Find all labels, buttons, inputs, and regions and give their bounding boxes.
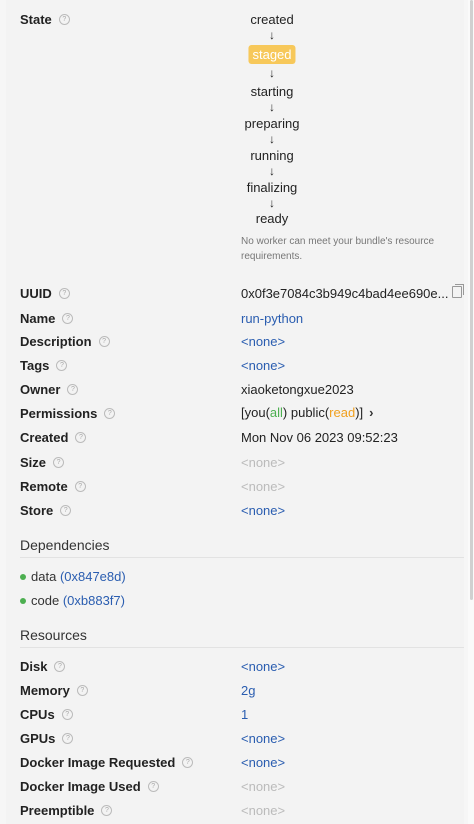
state-arrow: ↓ xyxy=(269,100,275,114)
state-step-running: running xyxy=(250,148,294,163)
created-value: Mon Nov 06 2023 09:52:23 xyxy=(241,430,398,445)
section-divider xyxy=(20,647,464,648)
size-value: <none> xyxy=(241,455,286,470)
help-icon[interactable]: ? xyxy=(53,457,65,468)
state-arrow: ↓ xyxy=(269,28,275,42)
tags-label: Tags? xyxy=(20,358,68,373)
help-icon[interactable]: ? xyxy=(104,408,116,419)
public-permission: read xyxy=(329,405,356,420)
dependency-item[interactable]: code (0xb883f7) xyxy=(20,593,125,608)
owner-label: Owner? xyxy=(20,382,79,397)
memory-label: Memory? xyxy=(20,683,88,698)
help-icon[interactable]: ? xyxy=(62,313,74,324)
status-dot xyxy=(20,573,26,580)
store-value[interactable]: <none> xyxy=(241,503,285,518)
description-value[interactable]: <none> xyxy=(241,334,285,349)
state-step-starting: starting xyxy=(250,84,294,99)
help-icon[interactable]: ? xyxy=(147,781,159,792)
help-icon[interactable]: ? xyxy=(67,384,79,395)
help-icon[interactable]: ? xyxy=(54,661,66,672)
cpus-value[interactable]: 1 xyxy=(241,707,248,722)
tags-value[interactable]: <none> xyxy=(241,358,285,373)
preemptible-label: Preemptible? xyxy=(20,803,113,818)
resources-title: Resources xyxy=(20,627,87,643)
section-divider xyxy=(20,557,464,558)
disk-label: Disk? xyxy=(20,659,66,674)
help-icon[interactable]: ? xyxy=(58,288,70,299)
state-step-ready: ready xyxy=(255,211,289,226)
size-label: Size? xyxy=(20,455,65,470)
state-label: State ? xyxy=(20,12,70,27)
help-icon[interactable]: ? xyxy=(74,481,86,492)
uuid-label: UUID? xyxy=(20,286,70,301)
chevron-right-icon[interactable]: › xyxy=(369,405,373,420)
remote-value: <none> xyxy=(241,479,286,494)
owner-value: xiaoketongxue2023 xyxy=(241,382,354,397)
store-label: Store? xyxy=(20,503,72,518)
state-arrow: ↓ xyxy=(269,164,275,178)
you-permission: all xyxy=(269,405,283,420)
docker-image-used-value: <none> xyxy=(241,779,286,794)
docker-image-requested-value[interactable]: <none> xyxy=(241,755,285,770)
permissions-label: Permissions? xyxy=(20,406,116,421)
help-icon[interactable]: ? xyxy=(58,14,70,25)
help-icon[interactable]: ? xyxy=(56,360,68,371)
preemptible-value: <none> xyxy=(241,803,286,818)
state-step-staged: staged xyxy=(248,45,296,64)
disk-value[interactable]: <none> xyxy=(241,659,285,674)
state-arrow: ↓ xyxy=(269,132,275,146)
description-label: Description? xyxy=(20,334,110,349)
docker-image-used-label: Docker Image Used? xyxy=(20,779,159,794)
state-arrow: ↓ xyxy=(269,66,275,80)
docker-image-requested-label: Docker Image Requested? xyxy=(20,755,194,770)
gpus-value[interactable]: <none> xyxy=(241,731,285,746)
dependency-item[interactable]: data (0x847e8d) xyxy=(20,569,126,584)
name-label: Name? xyxy=(20,311,74,326)
help-icon[interactable]: ? xyxy=(60,505,72,516)
gpus-label: GPUs? xyxy=(20,731,74,746)
cpus-label: CPUs? xyxy=(20,707,73,722)
help-icon[interactable]: ? xyxy=(182,757,194,768)
permissions-value[interactable]: [you(all) public(read)] › xyxy=(241,405,374,420)
help-icon[interactable]: ? xyxy=(62,733,74,744)
help-icon[interactable]: ? xyxy=(76,685,88,696)
help-icon[interactable]: ? xyxy=(61,709,73,720)
help-icon[interactable]: ? xyxy=(75,432,87,443)
state-step-finalizing: finalizing xyxy=(246,180,298,195)
name-value[interactable]: run-python xyxy=(241,311,303,326)
scrollbar-thumb[interactable] xyxy=(470,0,473,600)
help-icon[interactable]: ? xyxy=(101,805,113,816)
status-dot xyxy=(20,597,26,604)
created-label: Created? xyxy=(20,430,87,445)
remote-label: Remote? xyxy=(20,479,86,494)
state-step-created: created xyxy=(250,12,294,27)
state-note: No worker can meet your bundle's resourc… xyxy=(241,236,435,262)
copy-icon[interactable] xyxy=(452,284,464,298)
uuid-value: 0x0f3e7084c3b949c4bad4ee690e... xyxy=(241,286,449,301)
memory-value[interactable]: 2g xyxy=(241,683,255,698)
help-icon[interactable]: ? xyxy=(98,336,110,347)
dependencies-title: Dependencies xyxy=(20,537,110,553)
state-arrow: ↓ xyxy=(269,196,275,210)
state-step-preparing: preparing xyxy=(244,116,300,131)
